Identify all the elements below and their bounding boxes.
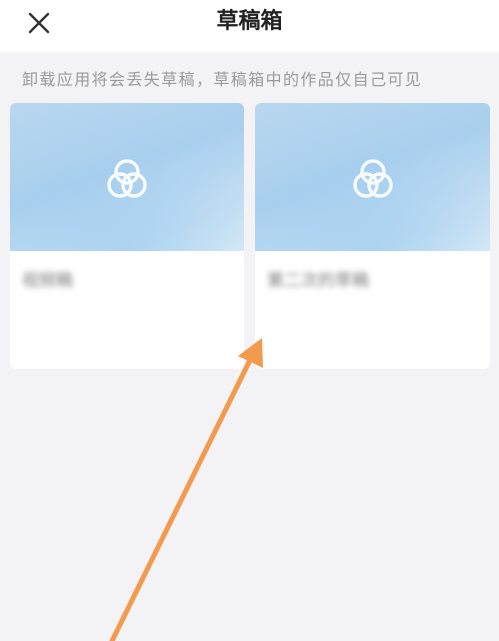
draft-card[interactable]: 第二次的草稿: [255, 103, 490, 369]
top-bar: 草稿箱: [0, 0, 499, 52]
app-logo-icon: [352, 159, 393, 198]
draft-title: 视频稿: [22, 271, 73, 291]
drafts-page: 草稿箱 卸载应用将会丢失草稿，草稿箱中的作品仅自己可见 视频稿 第二次的草稿: [0, 0, 499, 641]
drafts-notice: 卸载应用将会丢失草稿，草稿箱中的作品仅自己可见: [22, 70, 423, 89]
draft-card[interactable]: 视频稿: [10, 103, 244, 369]
draft-title: 第二次的草稿: [267, 271, 369, 291]
app-logo-icon: [107, 159, 147, 198]
page-title: 草稿箱: [216, 9, 283, 34]
